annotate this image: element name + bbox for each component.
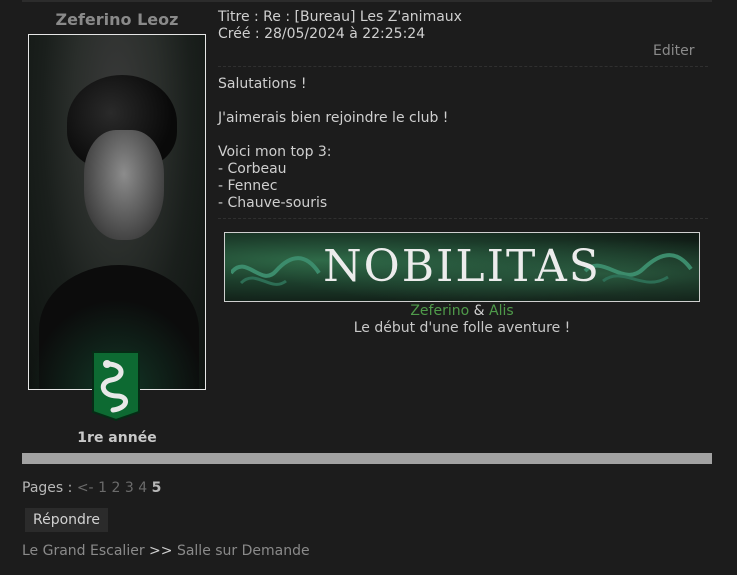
post-title: Titre : Re : [Bureau] Les Z'animaux — [218, 9, 462, 25]
pagination-prev[interactable]: <- — [77, 480, 94, 496]
post-author[interactable]: Zeferino Leoz — [22, 10, 212, 29]
list-item: - Chauve-souris — [218, 195, 328, 211]
post-line: J'aimerais bien rejoindre le club ! — [218, 110, 449, 126]
pagination-label: Pages : — [22, 480, 73, 496]
signature-divider — [218, 218, 708, 219]
pagination: Pages : <- 1 2 3 4 5 — [22, 480, 161, 496]
breadcrumb-item-grand-escalier[interactable]: Le Grand Escalier — [22, 543, 145, 559]
signature-ampersand: & — [473, 303, 485, 319]
breadcrumb: Le Grand Escalier >> Salle sur Demande — [22, 543, 310, 559]
pagination-page[interactable]: 4 — [138, 480, 147, 496]
list-item: - Fennec — [218, 178, 278, 194]
list-item: - Corbeau — [218, 161, 287, 177]
post-greeting: Salutations ! — [218, 76, 307, 92]
post-footer-bar — [22, 453, 712, 464]
breadcrumb-separator: >> — [149, 543, 173, 559]
post-top-intro: Voici mon top 3: — [218, 144, 332, 160]
signature-tagline: Le début d'une folle aventure ! — [353, 320, 571, 336]
avatar-face — [84, 130, 164, 240]
post-created: Créé : 28/05/2024 à 22:25:24 — [218, 26, 426, 42]
post-author-year: 1re année — [77, 430, 157, 446]
pagination-current: 5 — [151, 480, 162, 496]
edit-link[interactable]: Editer — [653, 43, 694, 59]
pagination-page[interactable]: 1 — [98, 480, 107, 496]
post-meta: Titre : Re : [Bureau] Les Z'animaux Créé… — [218, 9, 462, 43]
pagination-page[interactable]: 3 — [125, 480, 134, 496]
signature-link-zeferino[interactable]: Zeferino — [410, 303, 469, 319]
avatar — [28, 34, 206, 390]
signature-link-alis[interactable]: Alis — [489, 303, 514, 319]
banner-title: NOBILITAS — [323, 241, 601, 292]
post-divider — [218, 66, 708, 67]
signature-banner: NOBILITAS — [224, 232, 700, 302]
post-content: Salutations ! J'aimerais bien rejoindre … — [218, 76, 448, 212]
reply-button[interactable]: Répondre — [25, 508, 108, 532]
breadcrumb-item-salle[interactable]: Salle sur Demande — [177, 543, 310, 559]
pagination-page[interactable]: 2 — [111, 480, 120, 496]
top-divider — [22, 0, 712, 2]
house-crest-icon — [92, 351, 140, 422]
signature-text: Zeferino & Alis Le début d'une folle ave… — [224, 303, 700, 337]
